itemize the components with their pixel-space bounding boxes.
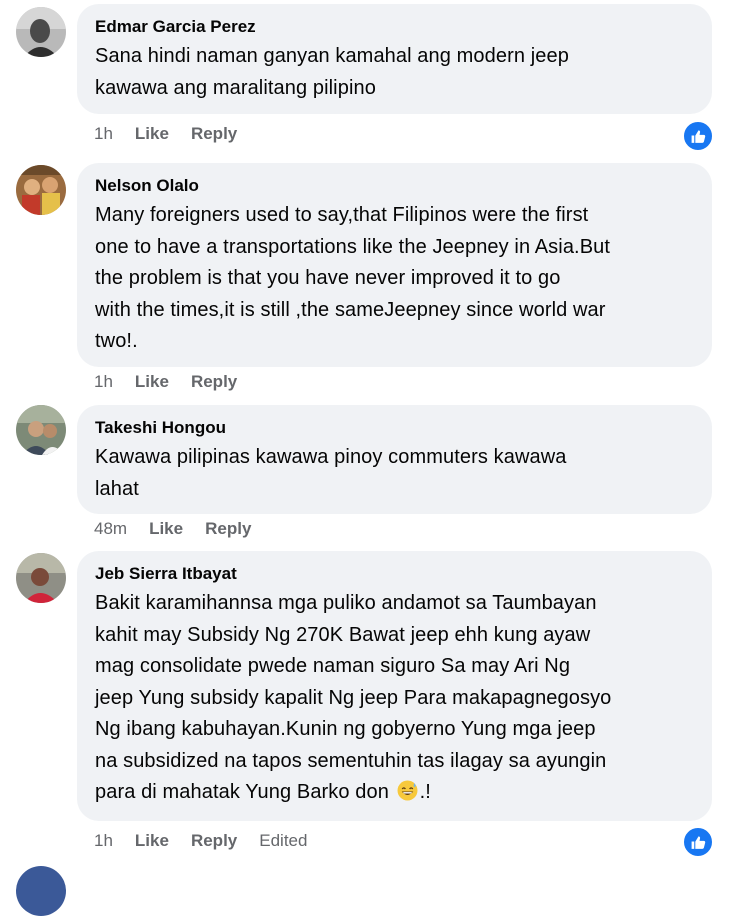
comment-text: Kawawa pilipinas kawawa pinoy commuters …: [95, 442, 694, 505]
comment-line: Sana hindi naman ganyan kamahal ang mode…: [95, 45, 569, 67]
comment-line: one to have a transportations like the J…: [95, 235, 611, 258]
comment-author[interactable]: Takeshi Hongou: [95, 417, 694, 439]
like-reaction-badge[interactable]: [682, 120, 714, 152]
comment-line: jeep Yung subsidy kapalit Ng jeep Para m…: [95, 686, 612, 709]
comment-text: Bakit karamihannsa mga puliko andamot sa…: [95, 588, 694, 809]
comment-author[interactable]: Nelson Olalo: [95, 175, 694, 197]
comment-bubble: Nelson Olalo Many foreigners used to say…: [77, 163, 712, 367]
thumbs-up-icon: [691, 129, 705, 143]
comment-timestamp[interactable]: 1h: [94, 124, 113, 144]
like-button[interactable]: Like: [149, 519, 183, 539]
comment-line: lahat: [95, 477, 139, 500]
comment-bubble: Takeshi Hongou Kawawa pilipinas kawawa p…: [77, 405, 712, 514]
comment-actions: 48m Like Reply: [94, 517, 273, 541]
comment-line: na subsidized na tapos sementuhin tas il…: [95, 749, 607, 772]
comment-line: Kawawa pilipinas kawawa pinoy commuters …: [95, 446, 567, 468]
comment-actions: 1h Like Reply: [94, 370, 259, 394]
comment-line: Many foreigners used to say,that Filipin…: [95, 204, 589, 226]
comment-line: the problem is that you have never impro…: [95, 267, 561, 289]
avatar[interactable]: [16, 553, 66, 603]
comment-line-text: para di mahatak Yung Barko don: [95, 781, 389, 803]
comment-timestamp[interactable]: 1h: [94, 372, 113, 392]
comment-line: kahit may Subsidy Ng 270K Bawat jeep ehh…: [95, 623, 591, 646]
avatar[interactable]: [16, 866, 66, 916]
avatar[interactable]: [16, 405, 66, 455]
like-button[interactable]: Like: [135, 124, 169, 144]
comment-timestamp[interactable]: 1h: [94, 831, 113, 851]
reply-button[interactable]: Reply: [205, 519, 251, 539]
comment-author[interactable]: Edmar Garcia Perez: [95, 16, 694, 38]
comment-actions: 1h Like Reply: [94, 122, 259, 146]
avatar[interactable]: [16, 7, 66, 57]
comment-author[interactable]: Jeb Sierra Itbayat: [95, 563, 694, 585]
like-reaction-badge[interactable]: [682, 826, 714, 858]
comment-text: Many foreigners used to say,that Filipin…: [95, 200, 694, 358]
grinning-sweat-emoji: [397, 780, 418, 801]
avatar[interactable]: [16, 165, 66, 215]
comment-line: kawawa ang maralitang pilipino: [95, 76, 376, 99]
comment-line: mag consolidate pwede naman siguro Sa ma…: [95, 655, 571, 677]
comment-actions: 1h Like Reply Edited: [94, 829, 307, 853]
like-button[interactable]: Like: [135, 831, 169, 851]
comment-line: Bakit karamihannsa mga puliko andamot sa…: [95, 592, 597, 614]
comment-bubble: Edmar Garcia Perez Sana hindi naman gany…: [77, 4, 712, 114]
comment-line: Ng ibang kabuhayan.Kunin ng gobyerno Yun…: [95, 718, 596, 740]
comment-line: para di mahatak Yung Barko don .!: [95, 777, 694, 809]
like-button[interactable]: Like: [135, 372, 169, 392]
reply-button[interactable]: Reply: [191, 372, 237, 392]
reply-button[interactable]: Reply: [191, 124, 237, 144]
comment-line-suffix: .!: [419, 781, 431, 803]
comment-line: two!.: [95, 330, 138, 352]
comment-text: Sana hindi naman ganyan kamahal ang mode…: [95, 41, 694, 104]
comment-line: with the times,it is still ,the sameJeep…: [95, 298, 606, 321]
reply-button[interactable]: Reply: [191, 831, 237, 851]
edited-label[interactable]: Edited: [259, 831, 307, 851]
thumbs-up-icon: [691, 835, 705, 849]
comment-bubble: Jeb Sierra Itbayat Bakit karamihannsa mg…: [77, 551, 712, 821]
comment-timestamp[interactable]: 48m: [94, 519, 127, 539]
